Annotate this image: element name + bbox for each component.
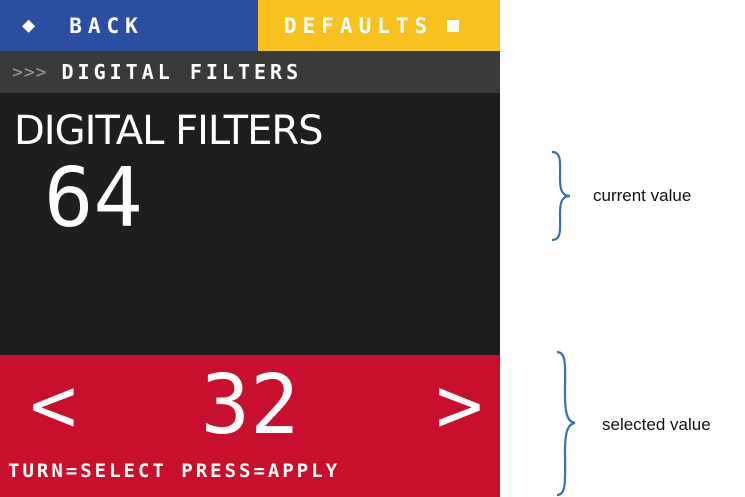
back-label: BACK — [69, 13, 144, 38]
selected-value-annotation: selected value — [602, 415, 711, 434]
selected-value-brace — [556, 350, 576, 497]
defaults-label: DEFAULTS — [284, 13, 434, 38]
next-value-button[interactable]: > — [436, 367, 483, 445]
value-selector[interactable]: < 32 > TURN=SELECT PRESS=APPLY — [0, 355, 500, 497]
defaults-button[interactable]: DEFAULTS — [258, 0, 500, 51]
top-bar: ◆ BACK DEFAULTS — [0, 0, 500, 51]
breadcrumb-chevrons: >>> — [12, 61, 48, 83]
current-value-annotation: current value — [593, 186, 692, 205]
setting-title: DIGITAL FILTERS — [14, 108, 324, 154]
device-screen: ◆ BACK DEFAULTS >>> DIGITAL FILTERS DIGI… — [0, 0, 500, 497]
current-value: 64 — [44, 151, 143, 246]
back-button[interactable]: ◆ BACK — [0, 0, 258, 51]
arrow-left-icon: ◆ — [22, 12, 36, 38]
current-value-brace — [551, 150, 571, 242]
selected-value: 32 — [200, 358, 300, 453]
breadcrumb-current: DIGITAL FILTERS — [61, 60, 303, 84]
square-icon — [447, 19, 460, 32]
control-hint: TURN=SELECT PRESS=APPLY — [8, 460, 341, 482]
breadcrumb: >>> DIGITAL FILTERS — [0, 51, 500, 93]
